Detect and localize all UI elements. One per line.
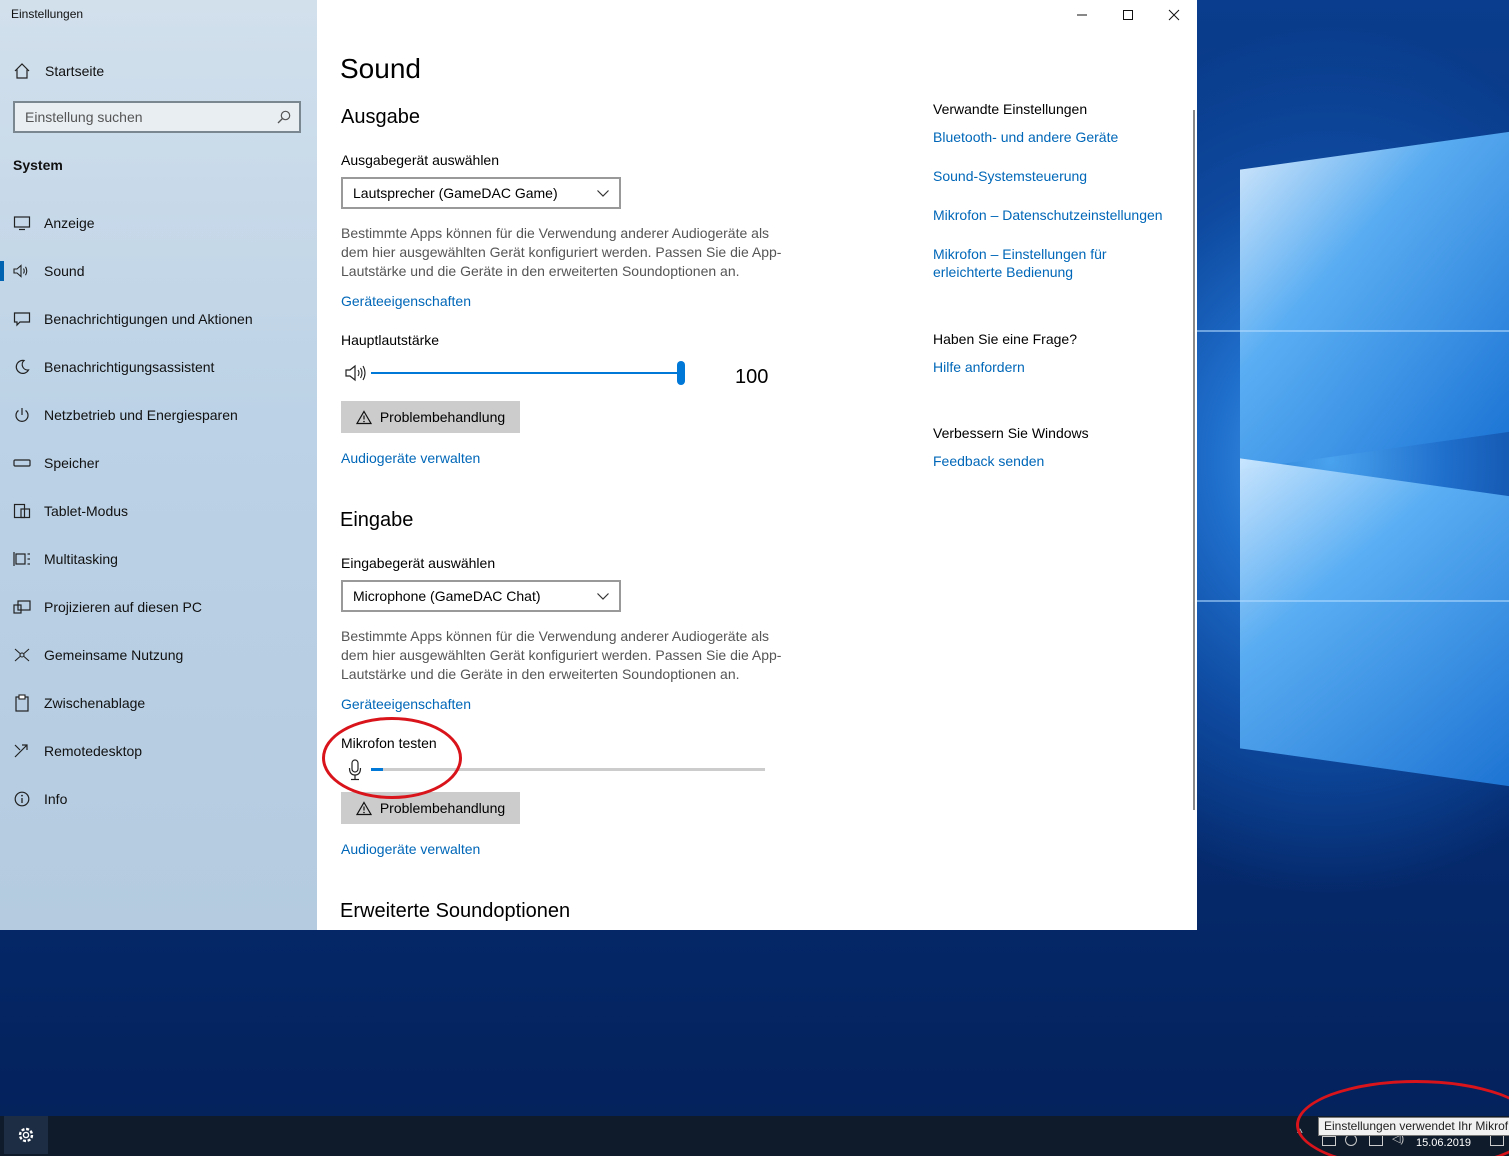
- settings-window: Einstellungen Startseite System Anzeige: [0, 0, 1197, 930]
- sidebar-item-label: Info: [44, 791, 68, 807]
- warning-icon: [355, 800, 372, 815]
- monitor-icon: [12, 213, 32, 233]
- sidebar-item-label: Netzbetrieb und Energiesparen: [44, 407, 238, 423]
- sidebar-item-label: Benachrichtigungsassistent: [44, 359, 215, 375]
- improve-heading: Verbessern Sie Windows: [933, 425, 1089, 441]
- help-link[interactable]: Hilfe anfordern: [933, 358, 1025, 376]
- output-troubleshoot-button[interactable]: Problembehandlung: [341, 401, 520, 433]
- app-title: Einstellungen: [11, 7, 84, 21]
- input-manage-devices-link[interactable]: Audiogeräte verwalten: [341, 841, 480, 857]
- sidebar-item-label: Startseite: [45, 63, 105, 79]
- sidebar-item-label: Benachrichtigungen und Aktionen: [44, 311, 253, 327]
- search-input[interactable]: [25, 109, 275, 125]
- sidebar-item-energie[interactable]: Netzbetrieb und Energiesparen: [0, 395, 317, 435]
- info-icon: [12, 789, 32, 809]
- output-properties-link[interactable]: Geräteeigenschaften: [341, 293, 471, 309]
- sidebar-item-label: Sound: [44, 263, 85, 279]
- sidebar-item-info[interactable]: Info: [0, 779, 317, 819]
- gear-icon: [18, 1127, 34, 1143]
- sidebar: Einstellungen Startseite System Anzeige: [0, 0, 317, 930]
- output-device-dropdown[interactable]: Lautsprecher (GameDAC Game): [341, 177, 621, 209]
- sidebar-item-label: Remotedesktop: [44, 743, 143, 759]
- input-heading: Eingabe: [340, 509, 414, 531]
- main-content: Sound Ausgabe Ausgabegerät auswählen Lau…: [317, 0, 1197, 930]
- remote-icon: [12, 741, 32, 761]
- volume-label: Hauptlautstärke: [341, 332, 440, 348]
- search-icon[interactable]: [277, 110, 291, 129]
- dropdown-value: Lautsprecher (GameDAC Game): [353, 185, 558, 201]
- project-icon: [12, 597, 32, 617]
- sidebar-item-home[interactable]: Startseite: [0, 51, 317, 91]
- output-manage-devices-link[interactable]: Audiogeräte verwalten: [341, 450, 480, 466]
- sidebar-item-projizieren[interactable]: Projizieren auf diesen PC: [0, 587, 317, 627]
- input-properties-link[interactable]: Geräteeigenschaften: [341, 696, 471, 712]
- sidebar-item-sound[interactable]: Sound: [0, 251, 317, 291]
- sidebar-item-anzeige[interactable]: Anzeige: [0, 203, 317, 243]
- sidebar-item-label: Anzeige: [44, 215, 95, 231]
- clipboard-icon: [12, 693, 32, 713]
- input-troubleshoot-button[interactable]: Problembehandlung: [341, 792, 520, 824]
- related-link-sound-control[interactable]: Sound-Systemsteuerung: [933, 167, 1087, 185]
- warning-icon: [355, 409, 372, 424]
- sidebar-item-assistent[interactable]: Benachrichtigungsassistent: [0, 347, 317, 387]
- sidebar-item-label: Multitasking: [44, 551, 118, 567]
- input-description: Bestimmte Apps können für die Verwendung…: [341, 628, 782, 682]
- related-link-bluetooth[interactable]: Bluetooth- und andere Geräte: [933, 128, 1118, 146]
- annotation-circle: [322, 717, 462, 799]
- feedback-link[interactable]: Feedback senden: [933, 452, 1044, 470]
- power-icon: [12, 405, 32, 425]
- sidebar-item-label: Zwischenablage: [44, 695, 146, 711]
- notification-icon: [12, 309, 32, 329]
- sidebar-item-gemeinsam[interactable]: Gemeinsame Nutzung: [0, 635, 317, 675]
- multitasking-icon: [12, 549, 32, 569]
- sidebar-item-speicher[interactable]: Speicher: [0, 443, 317, 483]
- input-device-dropdown[interactable]: Microphone (GameDAC Chat): [341, 580, 621, 612]
- search-field[interactable]: [13, 101, 301, 133]
- share-icon: [12, 645, 32, 665]
- sidebar-item-label: Projizieren auf diesen PC: [44, 599, 202, 615]
- volume-speaker-icon[interactable]: [344, 363, 368, 388]
- home-icon: [12, 61, 32, 81]
- sidebar-item-tablet[interactable]: Tablet-Modus: [0, 491, 317, 531]
- advanced-heading: Erweiterte Soundoptionen: [340, 900, 571, 922]
- related-heading: Verwandte Einstellungen: [933, 101, 1088, 117]
- sidebar-item-multitasking[interactable]: Multitasking: [0, 539, 317, 579]
- button-label: Problembehandlung: [379, 800, 506, 816]
- button-label: Problembehandlung: [379, 409, 506, 425]
- sidebar-item-zwischenablage[interactable]: Zwischenablage: [0, 683, 317, 723]
- output-device-label: Ausgabegerät auswählen: [341, 152, 500, 168]
- taskbar: [0, 1116, 1509, 1156]
- chevron-down-icon: [597, 190, 609, 197]
- windows-logo-pane: [1240, 130, 1509, 470]
- settings-taskbar-button[interactable]: [4, 1116, 48, 1154]
- volume-value: 100: [735, 366, 769, 388]
- input-device-label: Eingabegerät auswählen: [341, 555, 496, 571]
- sidebar-item-label: Gemeinsame Nutzung: [44, 647, 184, 663]
- tablet-icon: [12, 501, 32, 521]
- storage-icon: [12, 453, 32, 473]
- related-link-mic-privacy[interactable]: Mikrofon – Datenschutzeinstellungen: [933, 206, 1163, 224]
- output-heading: Ausgabe: [341, 106, 420, 128]
- chevron-down-icon: [597, 593, 609, 600]
- volume-slider-thumb[interactable]: [677, 361, 685, 385]
- speaker-icon: [12, 261, 32, 281]
- volume-slider-track[interactable]: [371, 372, 681, 374]
- output-description: Bestimmte Apps können für die Verwendung…: [341, 225, 782, 279]
- scrollbar[interactable]: [1193, 110, 1195, 810]
- question-heading: Haben Sie eine Frage?: [933, 331, 1077, 347]
- sidebar-item-benachrichtigungen[interactable]: Benachrichtigungen und Aktionen: [0, 299, 317, 339]
- page-title: Sound: [340, 53, 421, 84]
- sidebar-item-remotedesktop[interactable]: Remotedesktop: [0, 731, 317, 771]
- windows-logo-pane: [1240, 458, 1509, 788]
- dropdown-value: Microphone (GameDAC Chat): [353, 588, 541, 604]
- section-heading: System: [13, 157, 63, 173]
- moon-icon: [12, 357, 32, 377]
- sidebar-item-label: Speicher: [44, 455, 100, 471]
- sidebar-item-label: Tablet-Modus: [44, 503, 129, 519]
- related-link-mic-accessibility[interactable]: Mikrofon – Einstellungen für erleichtert…: [933, 245, 1133, 281]
